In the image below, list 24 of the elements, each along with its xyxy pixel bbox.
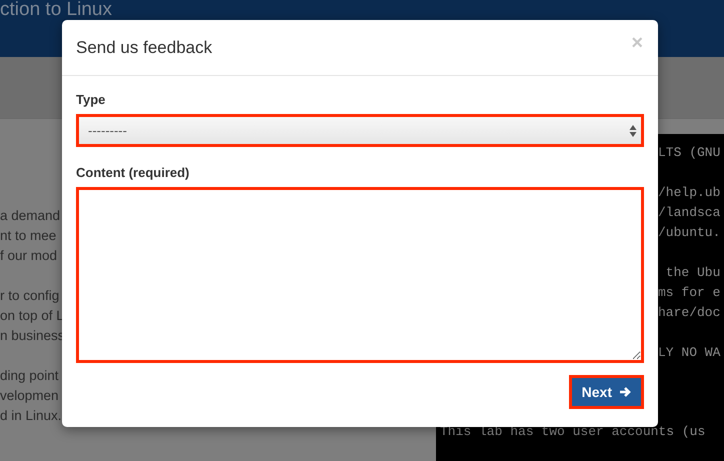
arrow-right-icon <box>619 386 631 398</box>
course-title: ction to Linux <box>0 0 112 20</box>
terminal-line: LTS (GNU <box>658 144 722 162</box>
paragraph-line: a demand <box>0 207 62 225</box>
paragraph-line: f our mod <box>0 247 58 265</box>
type-select[interactable]: --------- <box>76 114 644 147</box>
terminal-line: /ubuntu. <box>658 224 722 242</box>
paragraph-line: nt to mee <box>0 227 58 245</box>
terminal-line: the Ubu <box>664 264 722 282</box>
content-field[interactable] <box>76 187 644 363</box>
terminal-line: /landsca <box>658 204 722 222</box>
paragraph-line: r to config <box>0 287 60 305</box>
paragraph-line: ding point <box>0 367 60 385</box>
terminal-line: ms for e <box>658 284 722 302</box>
next-button[interactable]: Next <box>568 375 644 409</box>
terminal-line: hare/doc <box>658 304 722 322</box>
type-label: Type <box>76 92 106 107</box>
paragraph-line: velopmen <box>0 387 60 405</box>
terminal-line: LY NO WA <box>658 344 722 362</box>
paragraph-line: d in Linux. <box>0 407 62 425</box>
updown-caret-icon <box>629 124 637 138</box>
content-label: Content (required) <box>76 165 190 180</box>
terminal-line: /help.ub <box>658 184 722 202</box>
dialog-title: Send us feedback <box>76 38 212 58</box>
